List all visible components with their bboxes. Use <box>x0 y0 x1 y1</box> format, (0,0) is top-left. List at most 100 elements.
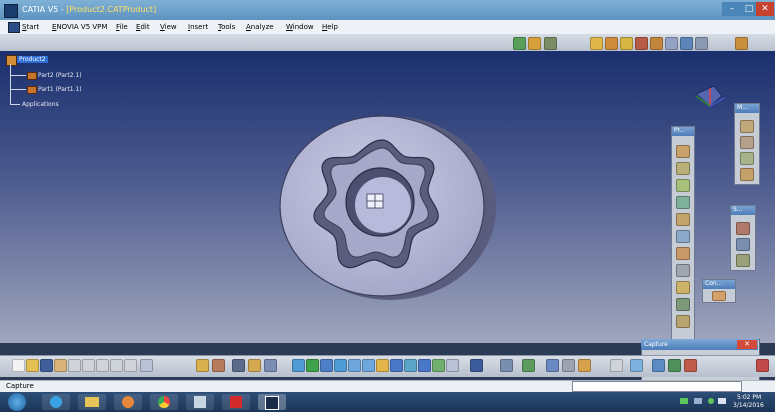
measure-inertia-icon[interactable] <box>740 152 754 165</box>
constraint-icon[interactable] <box>712 291 726 301</box>
isometric-view-icon[interactable] <box>404 359 417 372</box>
tree-item-applications[interactable]: Applications <box>22 101 59 108</box>
normal-view-bottom-icon[interactable] <box>376 359 389 372</box>
explode-icon[interactable] <box>736 254 750 267</box>
capture-close-button[interactable]: ✕ <box>737 340 757 349</box>
menu-start[interactable]: Start <box>22 23 39 31</box>
taskbar-acrobat-icon[interactable] <box>222 394 250 410</box>
assembly-icon[interactable] <box>528 37 541 50</box>
catalog-browser-icon[interactable] <box>652 359 665 372</box>
minimize-button[interactable]: – <box>722 2 742 16</box>
new-component-icon[interactable] <box>676 145 690 158</box>
rotate-view-icon[interactable] <box>334 359 347 372</box>
s-toolbar-title[interactable]: S... <box>731 206 755 215</box>
replace-component-icon[interactable] <box>676 213 690 226</box>
paste-icon[interactable] <box>96 359 109 372</box>
clock-time[interactable]: 5:02 PM <box>737 394 761 401</box>
hide-show-bottom-icon[interactable] <box>432 359 445 372</box>
zoom-icon[interactable] <box>650 37 663 50</box>
design-table-icon[interactable] <box>212 359 225 372</box>
new-icon[interactable] <box>12 359 25 372</box>
taskbar-media-icon[interactable] <box>114 394 142 410</box>
clock-date[interactable]: 3/14/2016 <box>733 402 764 409</box>
snap-icon[interactable] <box>736 222 750 235</box>
multi-view-icon[interactable] <box>390 359 403 372</box>
selective-load-icon[interactable] <box>676 264 690 277</box>
save-icon[interactable] <box>40 359 53 372</box>
volume-icon[interactable] <box>718 398 726 404</box>
pan-icon[interactable] <box>620 37 633 50</box>
open-icon[interactable] <box>26 359 39 372</box>
analysis-icon[interactable] <box>470 359 483 372</box>
command-input[interactable] <box>572 381 742 392</box>
component-icon[interactable] <box>544 37 557 50</box>
taskbar-explorer-icon[interactable] <box>78 394 106 410</box>
generate-numbering-icon[interactable] <box>676 247 690 260</box>
normal-view-icon[interactable] <box>665 37 678 50</box>
rotate-icon[interactable] <box>635 37 648 50</box>
tree-item-part1[interactable]: Part1 (Part1.1) <box>38 86 82 93</box>
fit-all-in-icon[interactable] <box>306 359 319 372</box>
catalog-icon[interactable] <box>232 359 245 372</box>
measure-icon[interactable] <box>630 359 643 372</box>
measure-item-icon[interactable] <box>740 136 754 149</box>
measure-between-icon[interactable] <box>740 120 754 133</box>
taskbar-catia-icon[interactable] <box>258 394 286 410</box>
manage-representations-icon[interactable] <box>676 281 690 294</box>
gear-part-model[interactable] <box>270 110 510 310</box>
apply-material-icon[interactable] <box>684 359 697 372</box>
section-icon[interactable] <box>522 359 535 372</box>
quick-view-icon[interactable] <box>680 37 693 50</box>
view-mode-icon[interactable] <box>695 37 708 50</box>
product-structure-icon[interactable] <box>513 37 526 50</box>
cut-icon[interactable] <box>68 359 81 372</box>
new-product-icon[interactable] <box>676 162 690 175</box>
menu-tools[interactable]: Tools <box>218 23 235 31</box>
flag-icon[interactable] <box>694 398 702 404</box>
menu-view[interactable]: View <box>160 23 177 31</box>
bill-of-material-icon[interactable] <box>546 359 559 372</box>
menu-edit[interactable]: Edit <box>136 23 150 31</box>
graph-tree-icon[interactable] <box>676 230 690 243</box>
tools-icon[interactable] <box>562 359 575 372</box>
menu-file[interactable]: File <box>116 23 128 31</box>
menu-window[interactable]: Window <box>286 23 314 31</box>
zoom-in-icon[interactable] <box>348 359 361 372</box>
undo-icon[interactable] <box>110 359 123 372</box>
windows-start-icon[interactable] <box>8 393 26 411</box>
product-toolbar-title[interactable]: Pr... <box>672 127 694 136</box>
fit-all-icon[interactable] <box>605 37 618 50</box>
clash-icon[interactable] <box>500 359 513 372</box>
redo-icon[interactable] <box>124 359 137 372</box>
menu-help[interactable]: Help <box>322 23 338 31</box>
hide-show-icon[interactable] <box>735 37 748 50</box>
tree-root-product[interactable]: Product2 <box>17 56 48 63</box>
tree-item-part2[interactable]: Part2 (Part2.1) <box>38 72 82 79</box>
maximize-button[interactable]: □ <box>742 2 756 16</box>
whats-this-icon[interactable] <box>140 359 153 372</box>
fly-icon[interactable] <box>292 359 305 372</box>
menu-insert[interactable]: Insert <box>188 23 208 31</box>
smart-move-icon[interactable] <box>736 238 750 251</box>
fast-multi-instantiation-icon[interactable] <box>676 315 690 328</box>
constraints-toolbar-title[interactable]: Con... <box>703 280 735 289</box>
existing-component-icon[interactable] <box>676 196 690 209</box>
compass-icon[interactable] <box>690 80 730 114</box>
formula-icon[interactable] <box>196 359 209 372</box>
multi-instantiation-icon[interactable] <box>676 298 690 311</box>
light-icon[interactable] <box>578 359 591 372</box>
network-icon[interactable] <box>680 398 688 404</box>
measure-toolbar-title[interactable]: M... <box>735 104 759 113</box>
copy-icon[interactable] <box>82 359 95 372</box>
zoom-out-icon[interactable] <box>362 359 375 372</box>
taskbar-notes-icon[interactable] <box>186 394 214 410</box>
update-icon[interactable] <box>668 359 681 372</box>
power-icon[interactable] <box>708 398 714 404</box>
fly-mode-icon[interactable] <box>590 37 603 50</box>
menu-analyze[interactable]: Analyze <box>246 23 274 31</box>
shading-icon[interactable] <box>418 359 431 372</box>
search-icon[interactable] <box>610 359 623 372</box>
print-icon[interactable] <box>54 359 67 372</box>
menu-enovia[interactable]: ENOVIA V5 VPM <box>52 23 107 31</box>
swap-visible-space-icon[interactable] <box>446 359 459 372</box>
